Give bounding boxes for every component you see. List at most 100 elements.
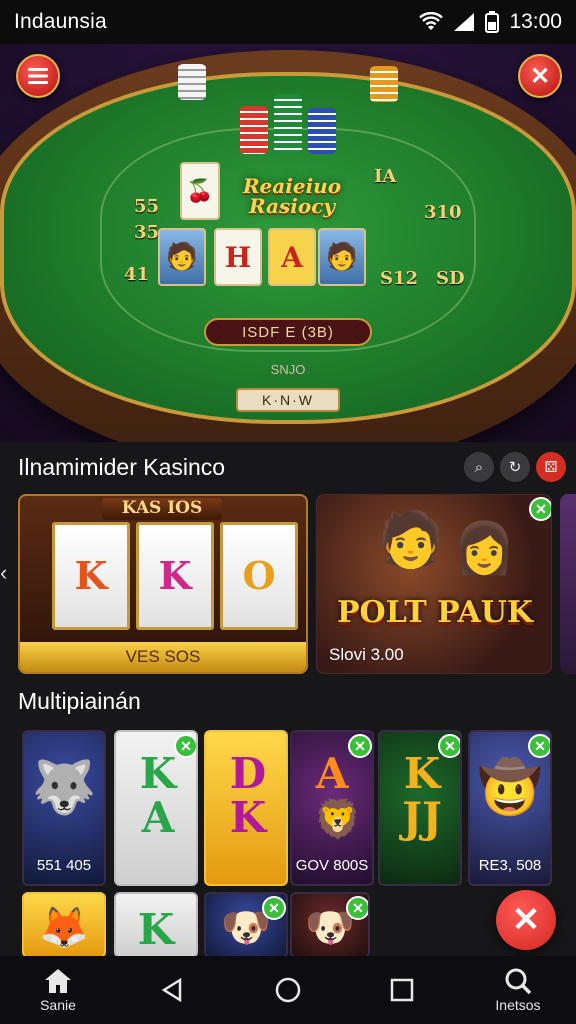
back-triangle-icon bbox=[161, 977, 182, 1003]
poker-title: POLT PAUK bbox=[337, 595, 533, 630]
reel-symbol: K bbox=[74, 553, 108, 598]
tile-caption: GOV 800S bbox=[295, 857, 369, 874]
bet-pill-label: ISDF E (3B) bbox=[242, 323, 334, 341]
hamburger-icon bbox=[28, 68, 48, 84]
cowboy-icon: 🤠 bbox=[477, 757, 543, 818]
close-badge-icon[interactable]: ✕ bbox=[438, 734, 460, 758]
battery-icon bbox=[485, 11, 500, 33]
game-tile[interactable]: K JJ ✕ bbox=[378, 730, 462, 886]
tile-symbol: K JJ bbox=[402, 749, 442, 842]
close-badge-icon[interactable]: ✕ bbox=[529, 497, 551, 521]
game-tile[interactable]: D K bbox=[204, 730, 288, 886]
home-icon bbox=[45, 969, 71, 993]
card-rank: H bbox=[224, 240, 252, 274]
nav-recents[interactable] bbox=[386, 956, 418, 1024]
dice-icon[interactable]: ⚄ bbox=[536, 452, 566, 482]
carrier-label: Indaunsia bbox=[14, 10, 107, 33]
tile-symbol: K bbox=[137, 905, 175, 954]
playing-card[interactable]: A bbox=[268, 228, 316, 286]
hero-table[interactable]: ✕ Reaieiuo Rasiocy 🧑 H A 🧑 🍒 55 35 41 IA … bbox=[0, 44, 576, 442]
game-tile[interactable]: 🐺 551 405 bbox=[22, 730, 106, 886]
tile-caption: RE3, 508 bbox=[478, 857, 542, 874]
left-value: 41 bbox=[124, 264, 150, 285]
right-value: 310 bbox=[424, 202, 462, 223]
status-bar: Indaunsia 13:00 bbox=[0, 0, 576, 44]
close-icon: ✕ bbox=[511, 901, 541, 939]
nav-home-circle[interactable] bbox=[272, 956, 304, 1024]
section-actions: ⌕ ↻ ⚄ bbox=[464, 452, 566, 482]
close-badge-icon[interactable]: ✕ bbox=[346, 896, 368, 920]
tile-caption: 551 405 bbox=[36, 857, 92, 874]
player-avatar-icon: 🧑 bbox=[165, 242, 199, 272]
tray-text: K·N·W bbox=[262, 392, 314, 408]
chip-stack-icon bbox=[370, 66, 398, 102]
game-tile[interactable]: 🐶 ✕ bbox=[204, 892, 288, 958]
chip-stack-icon bbox=[178, 64, 206, 100]
close-badge-icon[interactable]: ✕ bbox=[262, 896, 286, 920]
close-badge-icon[interactable]: ✕ bbox=[348, 734, 372, 758]
left-value: 55 bbox=[134, 196, 160, 217]
reel-symbol: O bbox=[242, 553, 276, 598]
close-fab-button[interactable]: ✕ bbox=[496, 890, 556, 950]
cherry-icon: 🍒 bbox=[186, 178, 214, 204]
tile-symbol: K A bbox=[139, 749, 177, 842]
tile-symbol: D K bbox=[229, 749, 267, 842]
game-tile[interactable]: K bbox=[114, 892, 198, 958]
signal-icon bbox=[454, 13, 475, 31]
nav-back[interactable] bbox=[156, 956, 188, 1024]
section-title-kasino: Ilnamimider Kasinco bbox=[18, 454, 226, 480]
player-avatar-icon: 🧑 bbox=[325, 242, 359, 272]
slot-reel: K bbox=[52, 522, 130, 630]
chip-tray[interactable]: K·N·W bbox=[236, 388, 340, 412]
wolf-icon: 🐺 bbox=[31, 757, 97, 818]
close-badge-icon[interactable]: ✕ bbox=[528, 734, 550, 758]
nav-home[interactable]: Sanie bbox=[36, 956, 80, 1024]
player-avatar-icon: 🧑 bbox=[377, 510, 445, 570]
nav-search-label: Inetsos bbox=[495, 997, 541, 1013]
search-icon bbox=[505, 968, 532, 995]
close-button[interactable]: ✕ bbox=[518, 54, 562, 98]
card-rank: A bbox=[281, 240, 303, 274]
refresh-icon[interactable]: ↻ bbox=[500, 452, 530, 482]
game-tile[interactable]: 🤠 RE3, 508 ✕ bbox=[468, 730, 552, 886]
chevron-left-icon[interactable]: ‹ bbox=[0, 560, 7, 586]
wifi-icon bbox=[419, 12, 444, 30]
nav-home-label: Sanie bbox=[40, 997, 76, 1013]
player-card[interactable]: 🧑 bbox=[318, 228, 366, 286]
search-icon[interactable]: ⌕ bbox=[464, 452, 494, 482]
square-recents-icon bbox=[390, 978, 414, 1002]
bet-pill[interactable]: ISDF E (3B) bbox=[204, 318, 372, 346]
logo-line-2: Rasiocy bbox=[248, 194, 336, 218]
next-card-peek[interactable] bbox=[560, 494, 576, 674]
game-tile[interactable]: A 🦁 GOV 800S ✕ bbox=[290, 730, 374, 886]
featured-poker-card[interactable]: 🧑 👩 POLT PAUK Slovi 3.00 ✕ bbox=[316, 494, 552, 674]
bottom-nav: Sanie Inetsos bbox=[0, 956, 576, 1024]
chip-stack-icon bbox=[308, 108, 336, 154]
player-avatar-icon: 👩 bbox=[453, 520, 516, 576]
chip-stack-icon bbox=[274, 94, 302, 154]
tray-label: SNJO bbox=[270, 362, 306, 377]
section-title-multiplayer: Multipiainán bbox=[18, 688, 141, 714]
playing-card[interactable]: H bbox=[214, 228, 262, 286]
nav-search[interactable]: Inetsos bbox=[492, 956, 544, 1024]
game-tile[interactable]: 🦊 bbox=[22, 892, 106, 958]
close-icon: ✕ bbox=[529, 62, 551, 90]
slots-bar-label: VES SOS bbox=[125, 647, 201, 666]
close-badge-icon[interactable]: ✕ bbox=[174, 734, 196, 758]
right-value: S12 bbox=[380, 268, 419, 289]
slot-reel: O bbox=[220, 522, 298, 630]
game-tile[interactable]: 🐶 ✕ bbox=[290, 892, 370, 958]
featured-slots-card[interactable]: KAS IOS K K O VES SOS bbox=[18, 494, 308, 674]
game-tile[interactable]: K A ✕ bbox=[114, 730, 198, 886]
slots-spin-bar[interactable]: VES SOS bbox=[20, 642, 306, 672]
player-card[interactable]: 🧑 bbox=[158, 228, 206, 286]
symbol-card: 🍒 bbox=[180, 162, 220, 220]
slot-reel: K bbox=[136, 522, 214, 630]
right-value: IA bbox=[374, 166, 397, 187]
clock-time: 13:00 bbox=[509, 10, 562, 33]
menu-button[interactable] bbox=[16, 54, 60, 98]
app-screen: Indaunsia 13:00 ✕ Reaieiuo Rasiocy 🧑 H A … bbox=[0, 0, 576, 1024]
slots-banner: KAS IOS bbox=[102, 498, 222, 520]
fox-icon: 🦊 bbox=[39, 904, 89, 951]
tile-symbol: A bbox=[315, 749, 349, 798]
